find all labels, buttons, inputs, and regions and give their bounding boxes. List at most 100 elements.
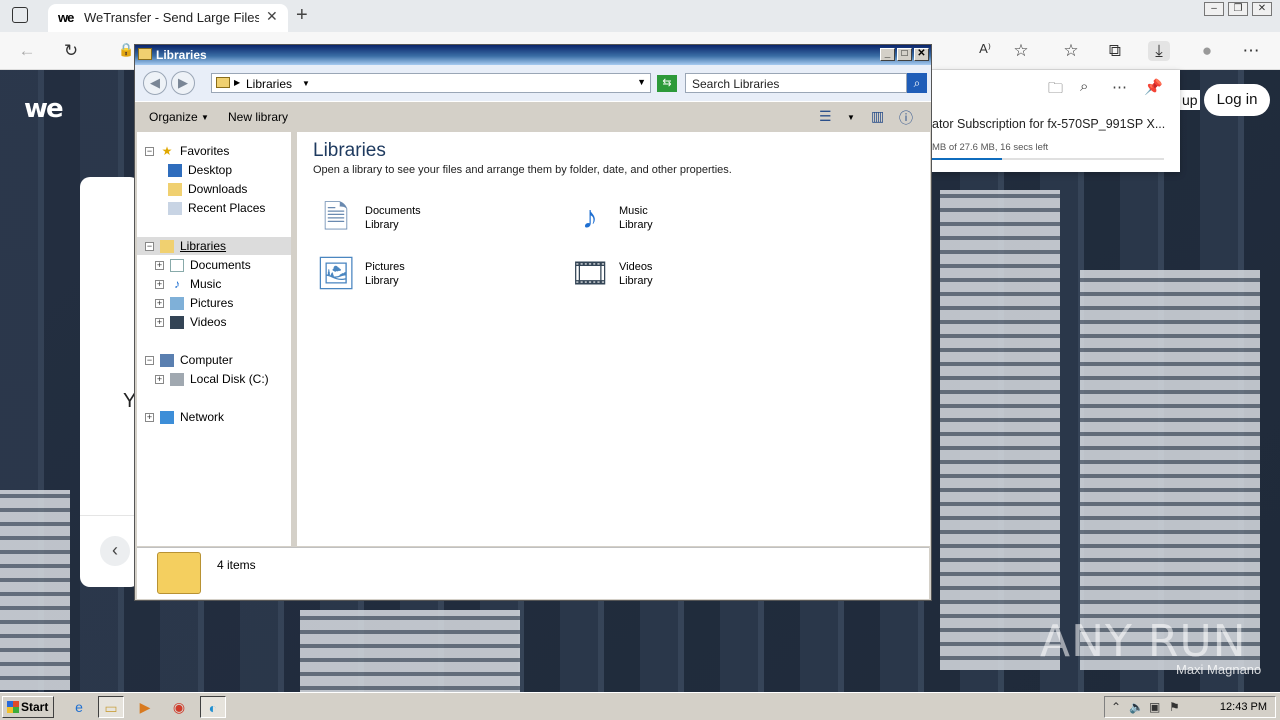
tree-item-recent-places[interactable]: Recent Places bbox=[168, 199, 265, 217]
library-name: Documents bbox=[365, 205, 421, 217]
open-folder-icon[interactable]: 🗀 bbox=[1048, 78, 1063, 103]
maximize-icon[interactable]: □ bbox=[897, 48, 912, 61]
favorites-icon[interactable]: ☆ bbox=[1060, 41, 1082, 61]
tree-item-pictures[interactable]: + Pictures bbox=[155, 294, 233, 312]
tree-item-local-disk[interactable]: + Local Disk (C:) bbox=[155, 370, 269, 388]
tree-item-network[interactable]: + Network bbox=[145, 408, 224, 426]
expand-icon[interactable]: + bbox=[155, 317, 164, 327]
chevron-down-icon[interactable]: ▼ bbox=[302, 79, 310, 88]
tab-actions-icon[interactable] bbox=[12, 7, 28, 23]
new-tab-icon[interactable]: + bbox=[296, 4, 308, 27]
back-icon[interactable]: ◀ bbox=[143, 71, 167, 95]
read-aloud-icon[interactable]: A⁾ bbox=[974, 41, 996, 57]
collapse-icon[interactable]: − bbox=[145, 146, 154, 156]
help-icon[interactable]: ⓘ bbox=[899, 108, 913, 128]
more-icon[interactable]: ⋯ bbox=[1240, 41, 1262, 61]
window-title: Libraries bbox=[156, 48, 207, 62]
search-icon[interactable]: ⌕ bbox=[907, 73, 927, 93]
page-title: Libraries bbox=[313, 140, 386, 161]
minimize-icon[interactable]: – bbox=[1204, 2, 1224, 16]
collapse-icon[interactable]: − bbox=[145, 355, 154, 365]
search-icon[interactable]: ⌕ bbox=[1080, 78, 1088, 95]
tree-item-favorites[interactable]: − ★ Favorites bbox=[145, 142, 229, 160]
close-icon[interactable]: ✕ bbox=[266, 8, 278, 25]
download-file-name[interactable]: ator Subscription for fx-570SP_991SP X..… bbox=[932, 117, 1172, 131]
start-label: Start bbox=[21, 700, 49, 714]
back-icon[interactable]: ← bbox=[16, 41, 38, 61]
taskbar: Start e ▭ ▶ ◉ ◐ ⌃ 🔈 ▣ ⚑ 12:43 PM bbox=[0, 692, 1280, 720]
downloads-icon[interactable]: ⤓ bbox=[1148, 41, 1170, 61]
restore-icon[interactable]: ❐ bbox=[1228, 2, 1248, 16]
chevron-down-icon[interactable]: ▼ bbox=[201, 113, 209, 122]
recent-places-icon bbox=[168, 201, 182, 215]
edge-icon[interactable]: ◐ bbox=[200, 696, 226, 718]
minimize-icon[interactable]: _ bbox=[880, 48, 895, 61]
internet-explorer-icon[interactable]: e bbox=[66, 696, 92, 718]
collapse-icon[interactable]: − bbox=[145, 241, 154, 251]
network-icon[interactable]: ▣ bbox=[1149, 700, 1160, 714]
clock[interactable]: 12:43 PM bbox=[1220, 701, 1267, 713]
pin-icon[interactable]: 📌 bbox=[1144, 78, 1163, 96]
tree-item-music[interactable]: + ♪ Music bbox=[155, 275, 221, 293]
add-favorite-icon[interactable]: ☆ bbox=[1010, 41, 1032, 61]
tree-label: Network bbox=[180, 410, 225, 424]
network-icon bbox=[160, 410, 174, 424]
library-item-videos[interactable]: 🎞 Videos Library bbox=[567, 250, 787, 298]
tree-label: Music bbox=[190, 277, 222, 291]
tree-item-libraries[interactable]: − Libraries bbox=[137, 237, 291, 255]
wetransfer-favicon-icon: we bbox=[58, 10, 74, 25]
library-item-music[interactable]: ♪ Music Library bbox=[567, 194, 787, 242]
breadcrumb-arrow-icon[interactable]: ▶ bbox=[234, 78, 240, 87]
tree-item-downloads[interactable]: Downloads bbox=[168, 180, 247, 198]
tree-label: Computer bbox=[180, 353, 233, 367]
search-input[interactable]: Search Libraries bbox=[685, 73, 907, 93]
address-bar[interactable]: ▶ Libraries ▼ ▼ bbox=[211, 73, 651, 93]
more-options-icon[interactable]: ⋯ bbox=[1112, 78, 1127, 96]
volume-icon[interactable]: 🔈 bbox=[1129, 700, 1144, 714]
expand-icon[interactable]: + bbox=[155, 279, 164, 289]
start-button[interactable]: Start bbox=[2, 696, 54, 718]
breadcrumb[interactable]: Libraries bbox=[246, 77, 292, 91]
action-center-flag-icon[interactable]: ⚑ bbox=[1169, 700, 1180, 714]
close-icon[interactable]: ✕ bbox=[1252, 2, 1272, 16]
lock-icon[interactable]: 🔒 bbox=[118, 42, 134, 58]
wetransfer-logo[interactable]: we bbox=[24, 94, 64, 124]
library-item-pictures[interactable]: 🖼 Pictures Library bbox=[313, 250, 533, 298]
expand-icon[interactable]: + bbox=[155, 260, 164, 270]
windows-logo-icon bbox=[7, 701, 19, 713]
tree-item-videos[interactable]: + Videos bbox=[155, 313, 226, 331]
tree-item-documents[interactable]: + Documents bbox=[155, 256, 251, 274]
browser-tab-bar: we WeTransfer - Send Large Files & Sh ✕ … bbox=[0, 0, 1280, 32]
explorer-title-bar[interactable]: Libraries _ □ ✕ bbox=[135, 45, 931, 65]
refresh-icon[interactable]: ⇆ bbox=[657, 75, 677, 92]
expand-icon[interactable]: + bbox=[155, 298, 164, 308]
media-player-icon[interactable]: ▶ bbox=[132, 696, 158, 718]
star-icon: ★ bbox=[161, 143, 173, 158]
tree-item-desktop[interactable]: Desktop bbox=[168, 161, 232, 179]
address-history-icon[interactable]: ▼ bbox=[637, 77, 646, 87]
login-button[interactable]: Log in bbox=[1204, 84, 1270, 116]
signup-link[interactable]: up bbox=[1180, 90, 1200, 110]
close-icon[interactable]: ✕ bbox=[914, 48, 929, 61]
tree-item-computer[interactable]: − Computer bbox=[145, 351, 233, 369]
chevron-left-icon[interactable]: ‹ bbox=[100, 536, 130, 566]
new-library-button[interactable]: New library bbox=[228, 110, 288, 124]
show-hidden-icons-icon[interactable]: ⌃ bbox=[1111, 700, 1121, 714]
forward-icon[interactable]: ▶ bbox=[171, 71, 195, 95]
profile-icon[interactable]: ● bbox=[1196, 41, 1218, 61]
explorer-taskbar-icon[interactable]: ▭ bbox=[98, 696, 124, 718]
chrome-icon[interactable]: ◉ bbox=[166, 696, 192, 718]
expand-icon[interactable]: + bbox=[145, 412, 154, 422]
expand-icon[interactable]: + bbox=[155, 374, 164, 384]
chevron-down-icon[interactable]: ▼ bbox=[847, 113, 855, 122]
library-type: Library bbox=[619, 219, 653, 231]
collections-icon[interactable]: ⧉ bbox=[1104, 41, 1126, 61]
organize-button[interactable]: Organize bbox=[149, 110, 198, 124]
view-options-icon[interactable]: ☰ bbox=[819, 108, 832, 125]
refresh-icon[interactable]: ↻ bbox=[60, 41, 82, 61]
library-item-documents[interactable]: 🗎 Documents Library bbox=[313, 194, 533, 242]
library-name: Videos bbox=[619, 261, 653, 273]
browser-tab[interactable]: we WeTransfer - Send Large Files & Sh ✕ bbox=[48, 4, 288, 32]
preview-pane-icon[interactable]: ▥ bbox=[871, 108, 884, 125]
tab-title: WeTransfer - Send Large Files & Sh bbox=[84, 10, 259, 25]
